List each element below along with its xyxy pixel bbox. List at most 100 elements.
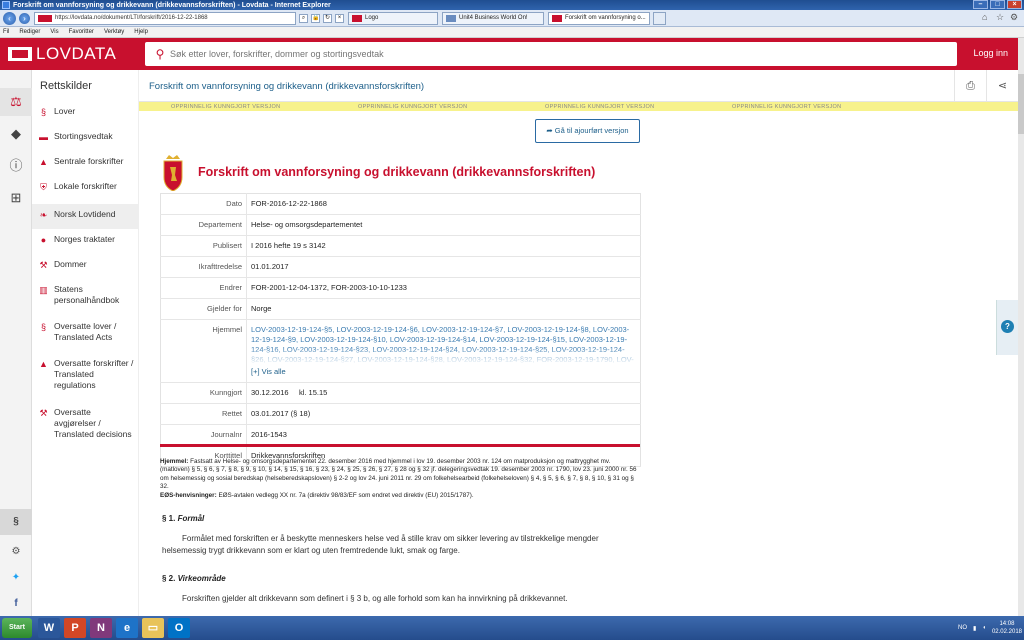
stop-icon[interactable]: × [335, 13, 344, 23]
sidebar-item-sentrale-forskrifter[interactable]: ▲ Sentrale forskrifter [32, 154, 138, 179]
start-button[interactable]: Start [2, 618, 32, 638]
sidebar-item-norges-traktater[interactable]: ● Norges traktater [32, 229, 138, 254]
window-title: Forskrift om vannforsyning og drikkevann… [13, 1, 331, 9]
login-link[interactable]: Logg inn [973, 48, 1008, 58]
facebook-icon[interactable]: f [0, 591, 32, 617]
tab-forskrift[interactable]: Forskrift om vannforsyning o... [548, 11, 650, 25]
gear-icon[interactable]: ⚙ [1010, 12, 1020, 22]
hjemmel-label: Hjemmel: [160, 458, 189, 465]
search-icon: ⚲ [155, 47, 165, 61]
clock-time: 14:08 [999, 621, 1015, 627]
forward-button[interactable]: › [19, 12, 30, 24]
onenote-icon[interactable]: N [90, 618, 112, 638]
volume-icon[interactable]: ◖ [982, 625, 986, 631]
window-controls: – □ × [973, 0, 1022, 9]
meta-key: Rettet [160, 403, 247, 425]
table-row: Journalnr 2016-1543 [160, 424, 641, 446]
meta-value: Helse- og omsorgsdepartementet [246, 214, 641, 236]
page-scrollbar[interactable] [1018, 38, 1024, 616]
menu-verktoy[interactable]: Verktøy [104, 29, 124, 35]
menu-rediger[interactable]: Rediger [19, 29, 40, 35]
document-title: Forskrift om vannforsyning og drikkevann… [198, 165, 596, 179]
table-row: Kunngjort 30.12.2016 kl. 15.15 [160, 382, 641, 404]
logo-text: LOVDATA [36, 44, 117, 63]
word-icon[interactable]: W [38, 618, 60, 638]
meta-key: Publisert [160, 235, 247, 257]
shield-icon: ⛨ [40, 182, 47, 192]
help-panel[interactable]: ? [996, 300, 1018, 355]
close-button[interactable]: × [1007, 0, 1022, 9]
endrer-link[interactable]: FOR-2001-12-04-1372, FOR-2003-10-10-1233 [246, 277, 641, 299]
tab-favicon-icon [352, 14, 362, 22]
sidebar-item-statens-personalhandbok[interactable]: ▥ Statens personalhåndbok [32, 279, 138, 316]
sidebar-item-label: Oversatte avgjørelser / Translated decis… [54, 407, 132, 439]
internet-explorer-icon[interactable]: e [116, 618, 138, 638]
goto-current-version-button[interactable]: ➦ Gå til ajourført versjon [535, 119, 640, 143]
tab-label: Unit4 Business World On! [459, 14, 528, 21]
sidebar-title: Rettskilder [40, 80, 92, 92]
layers-icon[interactable]: ◆ [8, 126, 24, 142]
menu-favoritter[interactable]: Favoritter [69, 29, 94, 35]
menu-vis[interactable]: Vis [50, 29, 58, 35]
tab-label: Logo [365, 14, 379, 21]
outlook-icon[interactable]: O [168, 618, 190, 638]
version-banner: OPPRINNELIG KUNNGJORT VERSJON OPPRINNELI… [139, 102, 1018, 111]
new-tab-button[interactable] [653, 11, 666, 25]
paragraph-icon: § [40, 322, 46, 332]
network-icon[interactable]: ▮ [973, 625, 976, 632]
refresh-icon[interactable]: ↻ [323, 13, 332, 23]
print-icon[interactable]: ⎙ [954, 70, 986, 102]
sidebar-item-translated-regulations[interactable]: ▲ Oversatte forskrifter / Translated regu… [32, 353, 138, 402]
table-row: Endrer FOR-2001-12-04-1372, FOR-2003-10-1… [160, 277, 641, 299]
address-bar[interactable]: https://lovdata.no/dokument/LTI/forskrif… [34, 11, 296, 25]
maximize-button[interactable]: □ [990, 0, 1005, 9]
menu-hjelp[interactable]: Hjelp [134, 29, 148, 35]
goto-label: Gå til ajourført versjon [554, 126, 629, 135]
home-icon[interactable]: ⌂ [982, 12, 992, 22]
scales-icon[interactable]: ⚖ [0, 88, 32, 116]
twitter-icon[interactable]: ✦ [0, 565, 32, 591]
sidebar-item-label: Statens personalhåndbok [54, 284, 120, 305]
powerpoint-icon[interactable]: P [64, 618, 86, 638]
table-row: Publisert I 2016 hefte 19 s 3142 [160, 235, 641, 257]
sidebar-item-translated-decisions[interactable]: ⚒ Oversatte avgjørelser / Translated deci… [32, 402, 138, 451]
metadata-table: Dato FOR-2016-12-22-1868 Departement Helse… [160, 193, 641, 467]
tab-logo[interactable]: Logo [348, 11, 438, 25]
sidebar-item-norsk-lovtidend[interactable]: ❧ Norsk Lovtidend [32, 204, 138, 229]
sidebar-item-label: Oversatte forskrifter / Translated regul… [54, 358, 134, 390]
tab-unit4[interactable]: Unit4 Business World On! [442, 11, 544, 25]
meta-value: 2016-1543 [246, 424, 641, 446]
share-icon[interactable]: ⋖ [986, 70, 1018, 102]
info-icon[interactable]: ⓘ [8, 158, 24, 174]
meta-key: Ikrafttredelse [160, 256, 247, 278]
sidebar-item-lover[interactable]: § Lover [32, 104, 138, 129]
back-button[interactable]: ‹ [3, 11, 16, 25]
sidebar-item-dommer[interactable]: ⚒ Dommer [32, 254, 138, 279]
search-icon[interactable]: ⌕ [299, 13, 308, 23]
menu-fil[interactable]: Fil [3, 29, 9, 35]
language-indicator[interactable]: NO [958, 625, 967, 631]
scrollbar-thumb[interactable] [1018, 74, 1024, 134]
sidebar-item-lokale-forskrifter[interactable]: ⛨ Lokale forskrifter [32, 179, 138, 204]
browser-tools: ⌂ ☆ ⚙ [982, 12, 1020, 22]
show-all-link[interactable]: [+] Vis alle [251, 367, 636, 377]
meta-value: Norge [246, 298, 641, 320]
plus-icon[interactable]: ⊞ [8, 190, 24, 206]
lock-icon[interactable]: 🔒 [311, 13, 320, 23]
table-row: Dato FOR-2016-12-22-1868 [160, 193, 641, 215]
hjemmel-links[interactable]: LOV-2003-12-19-124-§5, LOV-2003-12-19-12… [251, 325, 636, 365]
star-icon[interactable]: ☆ [996, 12, 1006, 22]
sidebar-item-translated-acts[interactable]: § Oversatte lover / Translated Acts [32, 316, 138, 353]
help-icon[interactable]: ? [1001, 320, 1014, 333]
sidebar-item-label: Lokale forskrifter [54, 181, 117, 191]
sidebar: Rettskilder § Lover ▬ Stortingsvedtak ▲ Sen… [32, 70, 139, 616]
folder-icon[interactable]: ▭ [142, 618, 164, 638]
paragraph-icon[interactable]: § [0, 509, 32, 535]
lovdata-logo[interactable]: LOVDATA [8, 44, 116, 64]
search-input[interactable] [170, 49, 930, 59]
sidebar-item-stortingsvedtak[interactable]: ▬ Stortingsvedtak [32, 129, 138, 154]
minimize-button[interactable]: – [973, 0, 988, 9]
clock[interactable]: 14:08 02.02.2018 [992, 620, 1022, 636]
gear-icon[interactable]: ⚙ [0, 539, 32, 565]
banner-text: OPPRINNELIG KUNNGJORT VERSJON [732, 103, 842, 110]
